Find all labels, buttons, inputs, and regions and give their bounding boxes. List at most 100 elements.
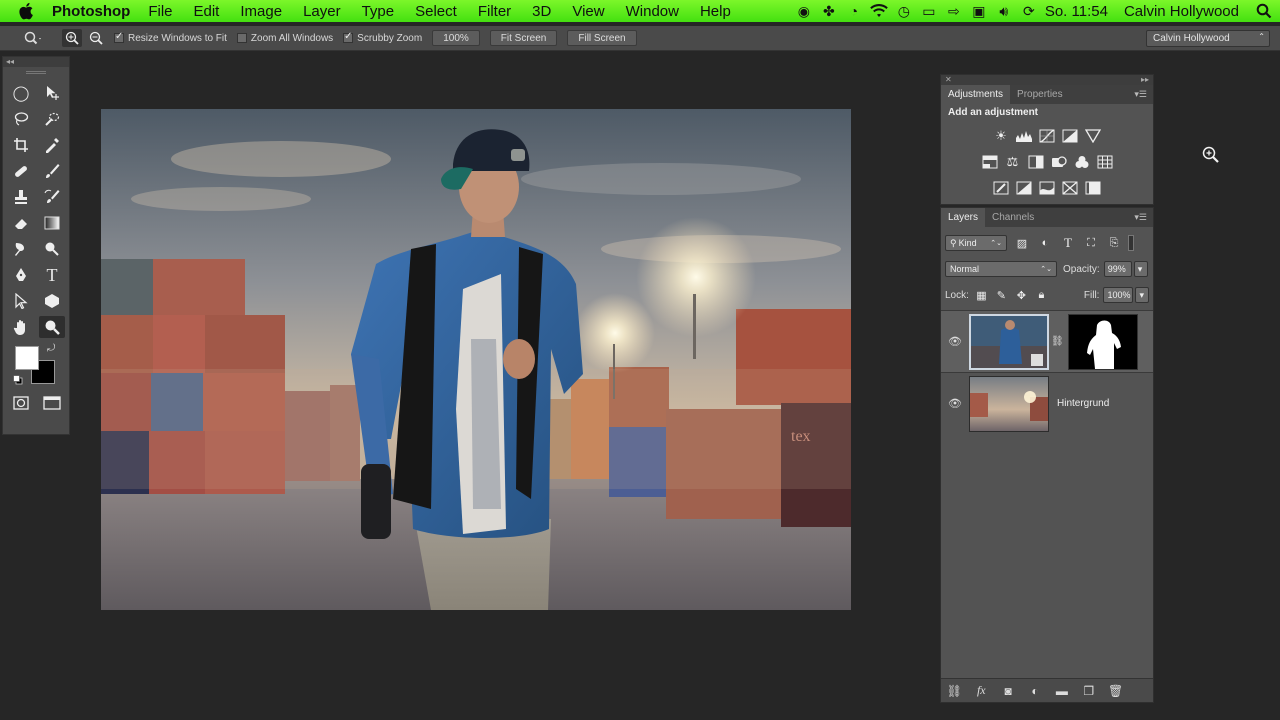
actual-pixels-button[interactable]: 100% bbox=[432, 30, 480, 46]
display-icon[interactable]: ▭ bbox=[920, 3, 938, 19]
color-balance-icon[interactable]: ⚖ bbox=[1004, 154, 1022, 170]
tools-grip[interactable] bbox=[26, 71, 46, 74]
lasso-tool-icon[interactable] bbox=[8, 108, 34, 130]
tab-adjustments[interactable]: Adjustments bbox=[941, 85, 1011, 104]
menu-filter[interactable]: Filter bbox=[478, 3, 511, 20]
layer-filter-kind[interactable]: ⚲ Kind ⌃⌄ bbox=[945, 235, 1007, 251]
selective-color-icon[interactable] bbox=[1084, 180, 1102, 196]
collapse-panel-icon[interactable]: ▸▸ bbox=[1141, 75, 1149, 84]
link-layers-icon[interactable]: ⛓ bbox=[941, 684, 968, 698]
pen-tool-icon[interactable] bbox=[8, 264, 34, 286]
lock-transparent-icon[interactable]: ▦ bbox=[975, 287, 988, 303]
move-tool-icon[interactable] bbox=[39, 82, 65, 104]
dodge-tool-icon[interactable] bbox=[39, 238, 65, 260]
layer-row-person[interactable]: 👁︎ ⛓ bbox=[941, 310, 1153, 372]
add-mask-icon[interactable]: ◙ bbox=[995, 684, 1022, 698]
zoom-out-icon[interactable] bbox=[86, 29, 106, 47]
close-panel-icon[interactable]: ✕ bbox=[945, 75, 952, 84]
posterize-icon[interactable] bbox=[1015, 180, 1033, 196]
clone-stamp-icon[interactable] bbox=[8, 186, 34, 208]
eraser-tool-icon[interactable] bbox=[8, 212, 34, 234]
elliptical-marquee-icon[interactable]: ◯ bbox=[8, 82, 34, 104]
filter-toggle-switch[interactable] bbox=[1128, 235, 1134, 251]
arrow-icon[interactable]: ⇨ bbox=[945, 3, 963, 19]
menu-help[interactable]: Help bbox=[700, 3, 731, 20]
layer-style-fx-icon[interactable]: fx bbox=[968, 683, 995, 698]
layer-thumbnail[interactable] bbox=[969, 375, 1049, 432]
fit-screen-button[interactable]: Fit Screen bbox=[489, 30, 558, 46]
type-tool-icon[interactable]: T bbox=[39, 264, 65, 286]
layer-visibility-eye-icon[interactable]: 👁︎ bbox=[941, 335, 969, 348]
apple-icon[interactable] bbox=[18, 2, 36, 20]
filter-type-icon[interactable]: T bbox=[1060, 235, 1076, 251]
spotlight-search-icon[interactable] bbox=[1255, 3, 1273, 19]
layer-visibility-eye-icon[interactable]: 👁︎ bbox=[941, 397, 969, 410]
tab-channels[interactable]: Channels bbox=[985, 208, 1041, 227]
menu-3d[interactable]: 3D bbox=[532, 3, 551, 20]
tab-properties[interactable]: Properties bbox=[1010, 85, 1070, 104]
menu-select[interactable]: Select bbox=[415, 3, 457, 20]
layer-name[interactable]: Hintergrund bbox=[1057, 398, 1109, 409]
photo-filter-icon[interactable] bbox=[1050, 154, 1068, 170]
wifi-icon[interactable] bbox=[870, 3, 888, 19]
quick-selection-icon[interactable] bbox=[39, 108, 65, 130]
default-colors-icon[interactable] bbox=[13, 372, 23, 385]
screen-icon[interactable]: ▣ bbox=[970, 3, 988, 19]
volume-icon[interactable]: 🔊︎ bbox=[995, 3, 1013, 19]
menu-type[interactable]: Type bbox=[362, 3, 395, 20]
scrubby-zoom-checkbox[interactable] bbox=[343, 31, 354, 43]
healing-brush-icon[interactable] bbox=[8, 160, 34, 182]
threshold-icon[interactable] bbox=[1038, 180, 1056, 196]
opacity-slider-toggle[interactable]: ▾ bbox=[1133, 261, 1148, 277]
lock-image-icon[interactable]: ✎ bbox=[995, 287, 1008, 303]
new-layer-icon[interactable]: ❐ bbox=[1075, 684, 1102, 698]
eyedropper-icon[interactable] bbox=[39, 134, 65, 156]
app-menu[interactable]: Photoshop bbox=[52, 3, 130, 20]
brightness-contrast-icon[interactable]: ☀ bbox=[992, 128, 1010, 144]
foreground-color-swatch[interactable] bbox=[15, 346, 39, 370]
black-white-icon[interactable] bbox=[1027, 154, 1045, 170]
adobe-icon[interactable]: ◉ bbox=[795, 3, 813, 19]
crop-tool-icon[interactable] bbox=[8, 134, 34, 156]
filter-pixel-icon[interactable]: ▨ bbox=[1014, 235, 1030, 251]
layers-panel-menu-icon[interactable]: ▾☰ bbox=[1134, 212, 1147, 223]
gradient-map-icon[interactable] bbox=[1061, 180, 1079, 196]
filter-shape-icon[interactable]: ⛶ bbox=[1083, 235, 1099, 251]
game-controller-icon[interactable]: ✤ bbox=[820, 3, 838, 19]
resize-windows-checkbox[interactable] bbox=[114, 31, 124, 43]
tab-layers[interactable]: Layers bbox=[941, 208, 986, 227]
zoom-in-icon[interactable] bbox=[62, 29, 82, 47]
brush-tool-icon[interactable] bbox=[39, 160, 65, 182]
fill-input[interactable]: 100% bbox=[1103, 287, 1134, 303]
layer-thumbnail[interactable] bbox=[969, 313, 1049, 370]
filter-smart-object-icon[interactable]: ⎘ bbox=[1106, 235, 1122, 251]
history-brush-icon[interactable] bbox=[39, 186, 65, 208]
delete-layer-trash-icon[interactable]: 🗑︎ bbox=[1102, 684, 1129, 698]
filter-adjustment-icon[interactable]: ◐ bbox=[1037, 235, 1053, 251]
opacity-input[interactable]: 99% bbox=[1103, 261, 1132, 277]
layer-row-hintergrund[interactable]: 👁︎ Hintergrund bbox=[941, 372, 1153, 434]
layer-mask-link-icon[interactable]: ⛓ bbox=[1051, 336, 1064, 347]
zoom-all-checkbox[interactable] bbox=[236, 33, 247, 43]
zoom-all-option[interactable]: Zoom All Windows bbox=[236, 33, 333, 44]
hand-tool-icon[interactable] bbox=[8, 316, 34, 338]
workspace-switcher[interactable]: Calvin Hollywood bbox=[1146, 30, 1270, 47]
invert-icon[interactable] bbox=[992, 180, 1010, 196]
menubar-user[interactable]: Calvin Hollywood bbox=[1124, 3, 1239, 20]
new-adjustment-layer-icon[interactable]: ◐ bbox=[1022, 684, 1049, 698]
zoom-tool-preset-icon[interactable] bbox=[24, 31, 42, 45]
resize-windows-option[interactable]: Resize Windows to Fit bbox=[114, 31, 227, 44]
menu-view[interactable]: View bbox=[572, 3, 604, 20]
lock-all-icon[interactable]: 🔒︎ bbox=[1035, 287, 1048, 303]
fill-slider-toggle[interactable]: ▾ bbox=[1135, 287, 1149, 303]
menu-layer[interactable]: Layer bbox=[303, 3, 341, 20]
gradient-tool-icon[interactable] bbox=[39, 212, 65, 234]
path-selection-icon[interactable] bbox=[8, 290, 34, 312]
new-group-folder-icon[interactable]: ▬ bbox=[1048, 684, 1075, 698]
document-canvas[interactable]: tex bbox=[101, 109, 851, 610]
shape-tool-icon[interactable] bbox=[39, 290, 65, 312]
tools-panel-collapse[interactable]: ◂◂ bbox=[3, 57, 69, 67]
layer-mask-thumbnail[interactable] bbox=[1067, 313, 1138, 370]
channel-mixer-icon[interactable] bbox=[1073, 154, 1091, 170]
timer-icon[interactable]: ◔ bbox=[845, 3, 863, 19]
